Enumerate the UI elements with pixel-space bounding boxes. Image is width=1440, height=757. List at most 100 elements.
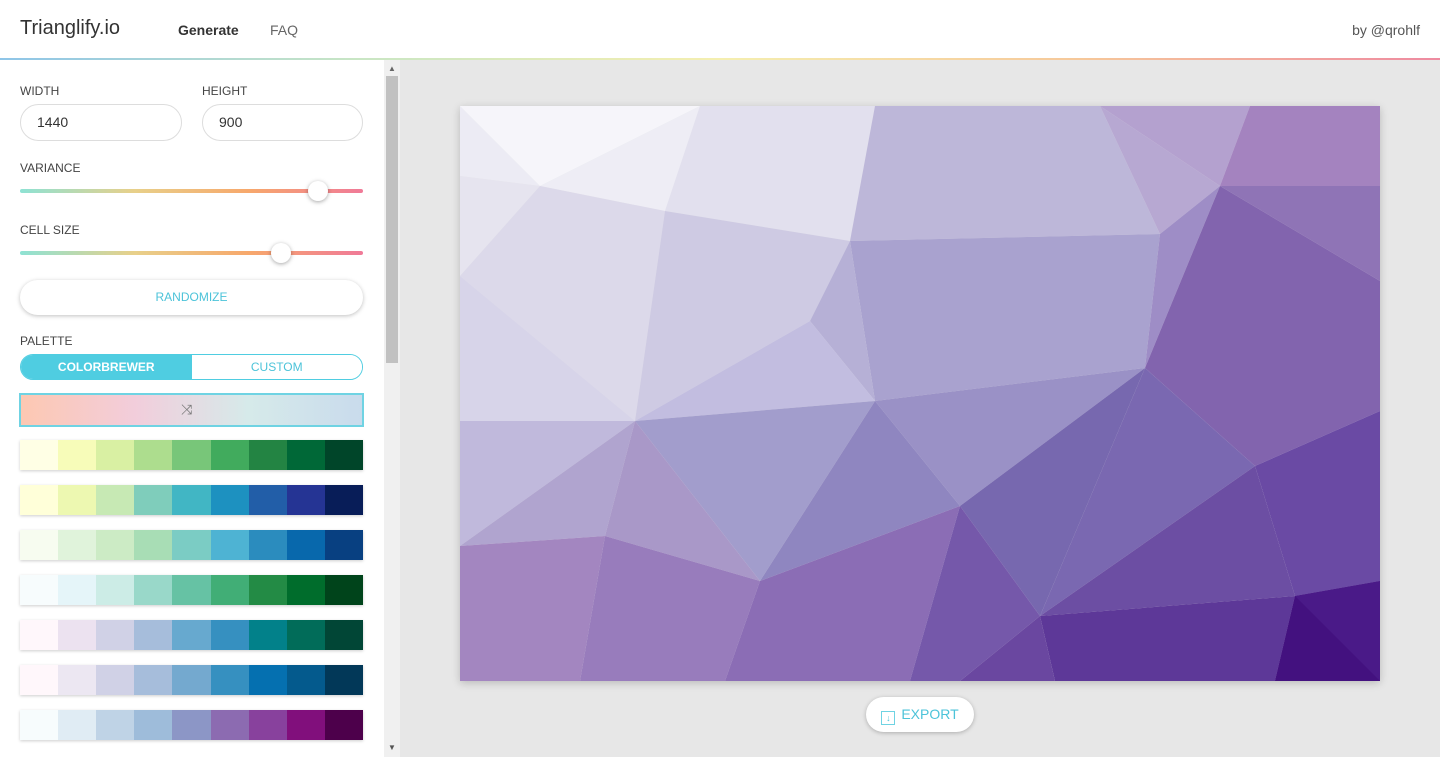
palette-swatch (286, 710, 325, 740)
palette-option[interactable] (20, 665, 363, 695)
palette-swatch (134, 575, 173, 605)
palette-swatch (248, 710, 287, 740)
palette-swatch (96, 620, 135, 650)
palette-source-toggle: COLORBREWER CUSTOM (20, 354, 363, 380)
tab-custom[interactable]: CUSTOM (191, 355, 362, 379)
palette-swatch (134, 620, 173, 650)
palette-swatch (210, 485, 249, 515)
top-bar: Trianglify.io Generate FAQ by @qrohlf (0, 0, 1440, 60)
palette-swatch (58, 530, 97, 560)
scrollbar-thumb[interactable] (386, 76, 398, 363)
palette-swatch (324, 710, 363, 740)
palette-swatch (286, 620, 325, 650)
cell-size-slider-track[interactable] (20, 251, 363, 255)
palette-swatch (248, 575, 287, 605)
palette-swatch (134, 665, 173, 695)
palette-swatch (324, 530, 363, 560)
palette-swatch (172, 440, 211, 470)
width-label: WIDTH (20, 84, 60, 98)
palette-swatch (286, 440, 325, 470)
palette-swatch (20, 440, 59, 470)
palette-swatch (210, 665, 249, 695)
palette-swatch (248, 485, 287, 515)
palette-swatch (248, 665, 287, 695)
palette-swatch (324, 440, 363, 470)
sidebar-scrollbar[interactable]: ▲ ▼ (384, 60, 400, 757)
palette-swatch (286, 665, 325, 695)
palette-swatch (172, 710, 211, 740)
palette-swatch (286, 575, 325, 605)
palette-swatch (134, 485, 173, 515)
palette-swatch (286, 530, 325, 560)
palette-swatch (248, 530, 287, 560)
palette-option[interactable] (20, 620, 363, 650)
palette-swatch (134, 530, 173, 560)
palette-label: PALETTE (20, 334, 73, 348)
download-icon: ↓ (881, 711, 896, 725)
export-label: EXPORT (901, 706, 959, 722)
tab-colorbrewer[interactable]: COLORBREWER (21, 355, 192, 379)
palette-swatch (58, 620, 97, 650)
palette-swatch (96, 665, 135, 695)
cell-size-label: CELL SIZE (20, 223, 80, 237)
palette-swatch (210, 620, 249, 650)
palette-option[interactable] (20, 530, 363, 560)
width-input[interactable]: 1440 (20, 104, 182, 141)
palette-swatch (248, 620, 287, 650)
palette-swatch (96, 530, 135, 560)
palette-swatch (20, 530, 59, 560)
palette-swatch (58, 485, 97, 515)
palette-swatch (172, 620, 211, 650)
height-label: HEIGHT (202, 84, 248, 98)
palette-swatch (172, 665, 211, 695)
palette-swatch (20, 575, 59, 605)
palette-swatch (58, 665, 97, 695)
palette-swatch (210, 530, 249, 560)
palette-swatch (210, 710, 249, 740)
palette-swatch (134, 710, 173, 740)
scroll-down-arrow-icon[interactable]: ▼ (384, 741, 400, 755)
triangle-pattern (460, 106, 1380, 681)
palette-swatch (172, 485, 211, 515)
palette-swatch (324, 620, 363, 650)
palette-swatch (286, 485, 325, 515)
palette-swatch (20, 485, 59, 515)
export-button[interactable]: ↓ EXPORT (866, 697, 974, 732)
palette-swatch (210, 575, 249, 605)
palette-swatch (58, 440, 97, 470)
nav-faq[interactable]: FAQ (270, 22, 298, 38)
author-link[interactable]: by @qrohlf (1352, 22, 1420, 38)
trianglify-artwork (460, 106, 1380, 681)
palette-swatch (20, 665, 59, 695)
palette-swatch (134, 440, 173, 470)
palette-option[interactable] (20, 485, 363, 515)
shuffle-icon: ⤨ (181, 401, 193, 417)
palette-swatch (172, 575, 211, 605)
palette-swatch (96, 710, 135, 740)
palette-option[interactable] (20, 710, 363, 740)
palette-swatch (210, 440, 249, 470)
nav-generate[interactable]: Generate (178, 22, 239, 38)
palette-swatch (172, 530, 211, 560)
palette-swatch (324, 485, 363, 515)
scroll-up-arrow-icon[interactable]: ▲ (384, 62, 400, 76)
random-palette-preview[interactable]: ⤨ (19, 393, 364, 427)
palette-swatch (96, 485, 135, 515)
height-input[interactable]: 900 (202, 104, 363, 141)
palette-option[interactable] (20, 575, 363, 605)
palette-swatch (248, 440, 287, 470)
palette-swatch (324, 575, 363, 605)
palette-option[interactable] (20, 440, 363, 470)
palette-swatch (324, 665, 363, 695)
randomize-button[interactable]: RANDOMIZE (20, 280, 363, 315)
cell-size-slider-thumb[interactable] (270, 243, 291, 263)
palette-swatch (20, 710, 59, 740)
palette-swatch (96, 575, 135, 605)
palette-swatch (58, 575, 97, 605)
palette-swatch (20, 620, 59, 650)
palette-swatch (58, 710, 97, 740)
settings-sidebar: WIDTH HEIGHT 1440 900 VARIANCE CELL SIZE… (0, 60, 400, 757)
app-title[interactable]: Trianglify.io (20, 17, 120, 40)
variance-slider-thumb[interactable] (308, 181, 329, 201)
variance-label: VARIANCE (20, 161, 81, 175)
